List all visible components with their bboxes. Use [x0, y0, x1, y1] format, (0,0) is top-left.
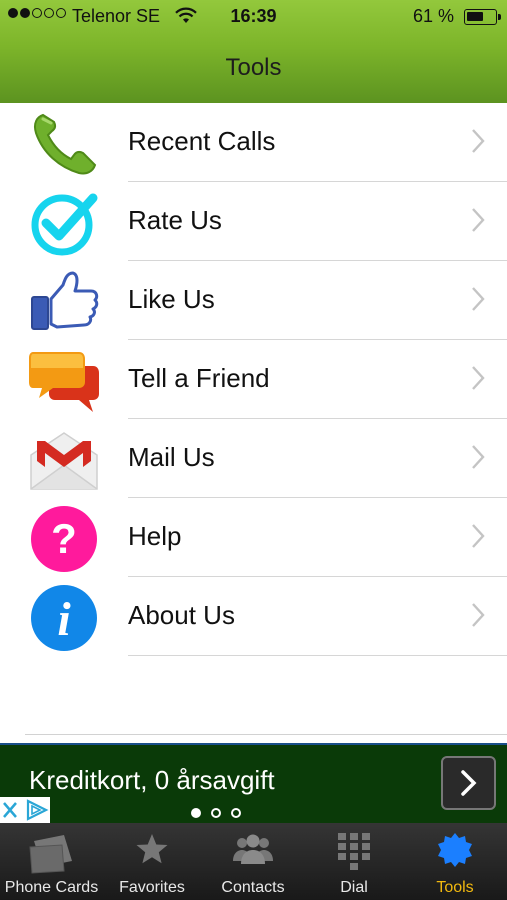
gear-badge-icon	[436, 831, 474, 874]
tab-dial[interactable]: Dial	[305, 823, 403, 900]
ad-page-indicator	[191, 808, 241, 818]
ad-text[interactable]: Kreditkort, 0 årsavgift	[29, 765, 275, 796]
page-dot	[191, 808, 201, 818]
menu-item-tell-a-friend[interactable]: Tell a Friend	[0, 340, 507, 419]
phone-icon	[29, 111, 99, 177]
row-separator	[128, 655, 507, 656]
menu-item-label: Like Us	[128, 284, 215, 314]
status-bar: Telenor SE 16:39 61 %	[0, 0, 507, 34]
menu-item-label: Help	[128, 521, 182, 551]
menu-item-label: Recent Calls	[128, 126, 276, 156]
menu-item-help[interactable]: ? Help	[0, 498, 507, 577]
svg-text:i: i	[57, 593, 71, 646]
tab-label: Dial	[340, 879, 368, 896]
menu-item-recent-calls[interactable]: Recent Calls	[0, 103, 507, 182]
star-icon	[134, 831, 170, 872]
page-title: Tools	[225, 54, 282, 81]
chevron-right-icon	[471, 444, 485, 475]
thumbs-up-icon	[29, 269, 99, 335]
divider	[25, 734, 507, 735]
ad-choices-icon[interactable]	[0, 797, 50, 823]
menu-item-like-us[interactable]: Like Us	[0, 261, 507, 340]
tab-label: Tools	[436, 879, 474, 896]
chevron-right-icon	[471, 128, 485, 159]
tab-label: Favorites	[119, 879, 185, 896]
tab-label: Phone Cards	[4, 879, 99, 896]
menu-item-label: Mail Us	[128, 442, 215, 472]
tools-menu-list: Recent Calls Rate Us Like Us Tell a Frie…	[0, 103, 507, 656]
menu-item-rate-us[interactable]: Rate Us	[0, 182, 507, 261]
svg-text:?: ?	[51, 515, 77, 562]
chevron-right-icon	[471, 365, 485, 396]
page-dot	[231, 808, 241, 818]
chevron-right-icon	[471, 602, 485, 633]
chevron-right-icon	[471, 286, 485, 317]
ad-open-button[interactable]	[441, 756, 496, 810]
menu-item-mail-us[interactable]: Mail Us	[0, 419, 507, 498]
header-bar: Telenor SE 16:39 61 % Tools	[0, 0, 507, 103]
info-icon: i	[29, 585, 99, 651]
menu-item-about-us[interactable]: i About Us	[0, 577, 507, 656]
menu-item-label: About Us	[128, 600, 235, 630]
page-dot	[211, 808, 221, 818]
contacts-group-icon	[230, 831, 276, 872]
tab-bar: Phone Cards Favorites Contacts Dial Tool…	[0, 823, 507, 900]
gmail-envelope-icon	[29, 427, 99, 493]
tab-label: Contacts	[221, 879, 285, 896]
ad-banner[interactable]: Kreditkort, 0 årsavgift	[0, 743, 507, 823]
tab-favorites[interactable]: Favorites	[103, 823, 201, 900]
checkmark-icon	[29, 190, 99, 256]
chevron-right-icon	[471, 207, 485, 238]
tab-phone-cards[interactable]: Phone Cards	[0, 823, 103, 900]
tab-tools[interactable]: Tools	[403, 823, 507, 900]
phone-cards-icon	[26, 831, 78, 880]
tab-contacts[interactable]: Contacts	[201, 823, 305, 900]
menu-item-label: Rate Us	[128, 205, 222, 235]
chevron-right-icon	[461, 770, 477, 796]
speech-bubbles-icon	[29, 348, 99, 414]
keypad-icon	[336, 831, 372, 876]
battery-icon	[464, 9, 501, 25]
battery-percent: 61 %	[412, 6, 454, 26]
chevron-right-icon	[471, 523, 485, 554]
menu-item-label: Tell a Friend	[128, 363, 270, 393]
question-mark-icon: ?	[29, 506, 99, 572]
